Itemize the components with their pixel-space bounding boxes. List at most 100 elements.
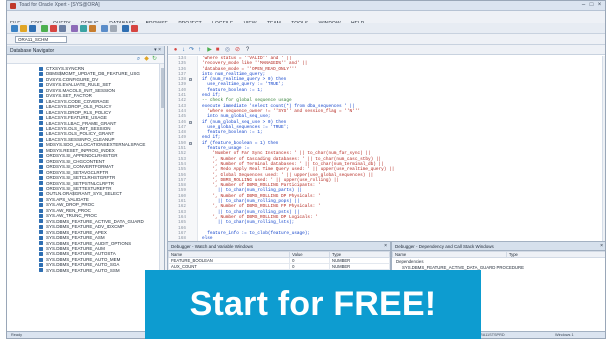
procedure-icon [39, 88, 43, 93]
procedure-icon [39, 66, 43, 71]
database-navigator-panel: Database Navigator ▾ × ⌕ ◆ ↻ CTXSYS.SYNC… [7, 46, 165, 338]
procedure-icon [39, 241, 43, 246]
procedure-icon [39, 181, 43, 186]
schema-browser-icon[interactable] [59, 25, 66, 32]
procedure-icon [39, 252, 43, 257]
list-item-label: SYS.DBMS_FEATURE_AUTO_SSM [46, 267, 120, 273]
stop-icon[interactable] [50, 25, 57, 32]
open-folder-icon[interactable] [20, 25, 27, 32]
window-title: Toad for Oracle Xpert - [SYS@ORA] [19, 2, 100, 8]
table-row[interactable]: AUX_COUNT 0 NUMBER [167, 263, 390, 270]
procedure-icon [39, 153, 43, 158]
breakpoint-icon[interactable]: ● [172, 47, 179, 54]
deps-col-type[interactable]: Type [505, 251, 605, 258]
step-over-icon[interactable]: ↷ [188, 47, 195, 54]
options-icon[interactable] [110, 25, 117, 32]
start-free-button[interactable]: Start for FREE! [145, 270, 481, 339]
panel-close-icon[interactable]: ▾ × [154, 47, 161, 53]
clear-breakpoints-icon[interactable]: ⊘ [234, 47, 241, 54]
editor-toolbar: ● ↓ ↷ ↑ ▶ ■ ◎ ⊘ ? [168, 46, 605, 55]
help-icon[interactable]: ? [244, 47, 251, 54]
run-icon[interactable]: ▶ [206, 47, 213, 54]
code-area[interactable]: 134'where status = ''VALID'' and ' || 135… [168, 56, 605, 241]
step-out-icon[interactable]: ↑ [196, 47, 203, 54]
commit-icon[interactable] [122, 25, 129, 32]
procedure-icon [39, 77, 43, 82]
deps-close-icon[interactable]: × [600, 243, 603, 249]
code-editor: ● ↓ ↷ ↑ ▶ ■ ◎ ⊘ ? 134'where status = ''V… [167, 46, 605, 241]
watch-table: Name Value Type FEATURE_BOOLEAN 0 NUMBER… [167, 251, 390, 270]
procedure-icon [39, 263, 43, 268]
debug-icon[interactable] [71, 25, 78, 32]
procedure-icon [39, 235, 43, 240]
procedure-icon [39, 224, 43, 229]
procedure-icon [39, 72, 43, 77]
app-logo-icon [10, 3, 16, 9]
procedure-icon [39, 203, 43, 208]
deps-table: Name Type [392, 251, 605, 258]
procedure-icon [39, 186, 43, 191]
deps-col-name[interactable]: Name [392, 251, 507, 258]
object-list: CTXSYS.SYNCRN DBMS$MGMT_UPDATE_DB_FEATURE… [7, 64, 164, 273]
new-file-icon[interactable] [11, 25, 18, 32]
editor-scrollbar[interactable] [602, 56, 605, 241]
procedure-icon [39, 143, 43, 148]
menu-bar: FILE EDIT QUERY DEBUG DATABASE BROWSE PR… [7, 12, 605, 27]
procedure-icon [39, 192, 43, 197]
procedure-icon [39, 99, 43, 104]
fold-toggle-icon[interactable]: − [189, 141, 192, 145]
procedure-icon [39, 208, 43, 213]
filter-icon[interactable]: ◆ [143, 56, 150, 63]
session-browser-icon[interactable] [89, 25, 96, 32]
procedure-icon [39, 230, 43, 235]
maximize-icon[interactable]: □ [588, 2, 595, 9]
minimize-icon[interactable]: – [580, 2, 587, 9]
procedure-icon [39, 213, 43, 218]
procedure-icon [39, 197, 43, 202]
status-left: Ready [11, 333, 22, 337]
procedure-icon [39, 219, 43, 224]
procedure-icon [39, 148, 43, 153]
procedure-icon [39, 159, 43, 164]
execute-icon[interactable] [41, 25, 48, 32]
procedure-icon [39, 268, 43, 273]
watch-cell: NUMBER [329, 263, 390, 270]
sql-monitor-icon[interactable] [101, 25, 108, 32]
status-connection: ORA11STSPRD [477, 333, 505, 337]
procedure-icon [39, 110, 43, 115]
rollback-icon[interactable] [131, 25, 138, 32]
procedure-icon [39, 104, 43, 109]
watch-close-icon[interactable]: × [384, 243, 387, 249]
save-icon[interactable] [29, 25, 36, 32]
procedure-icon [39, 126, 43, 131]
procedure-icon [39, 164, 43, 169]
step-into-icon[interactable]: ↓ [180, 47, 187, 54]
procedure-icon [39, 93, 43, 98]
procedure-icon [39, 132, 43, 137]
watch-title: Debugger - Watch and Variable Windows [171, 244, 254, 249]
connection-toolbar: ORA11_SCHM [7, 34, 605, 45]
status-windows: Windows 1 [555, 333, 574, 337]
code-lines: 134'where status = ''VALID'' and ' || 135… [168, 56, 605, 241]
watch-header: Debugger - Watch and Variable Windows × [168, 242, 390, 251]
close-icon[interactable]: × [596, 2, 603, 9]
watch-cell: 0 [289, 263, 331, 270]
connection-select[interactable]: ORA11_SCHM [15, 36, 67, 43]
deps-header: Debugger - Dependency and Call Stack Win… [392, 242, 605, 251]
procedure-icon [39, 257, 43, 262]
fold-toggle-icon[interactable]: − [189, 120, 192, 124]
search-icon[interactable]: ⌕ [135, 56, 142, 63]
deps-title: Debugger - Dependency and Call Stack Win… [395, 244, 494, 249]
watch-cell: AUX_COUNT [167, 263, 291, 270]
main-toolbar [7, 23, 605, 34]
procedure-icon [39, 83, 43, 88]
title-bar: Toad for Oracle Xpert - [SYS@ORA] – □ × [7, 1, 605, 11]
explain-plan-icon[interactable] [80, 25, 87, 32]
refresh-icon[interactable]: ↻ [151, 56, 158, 63]
procedure-icon [39, 115, 43, 120]
fold-toggle-icon[interactable]: − [189, 78, 192, 82]
procedure-icon [39, 175, 43, 180]
procedure-icon [39, 246, 43, 251]
watch-icon[interactable]: ◎ [224, 47, 231, 54]
halt-icon[interactable]: ■ [214, 47, 221, 54]
